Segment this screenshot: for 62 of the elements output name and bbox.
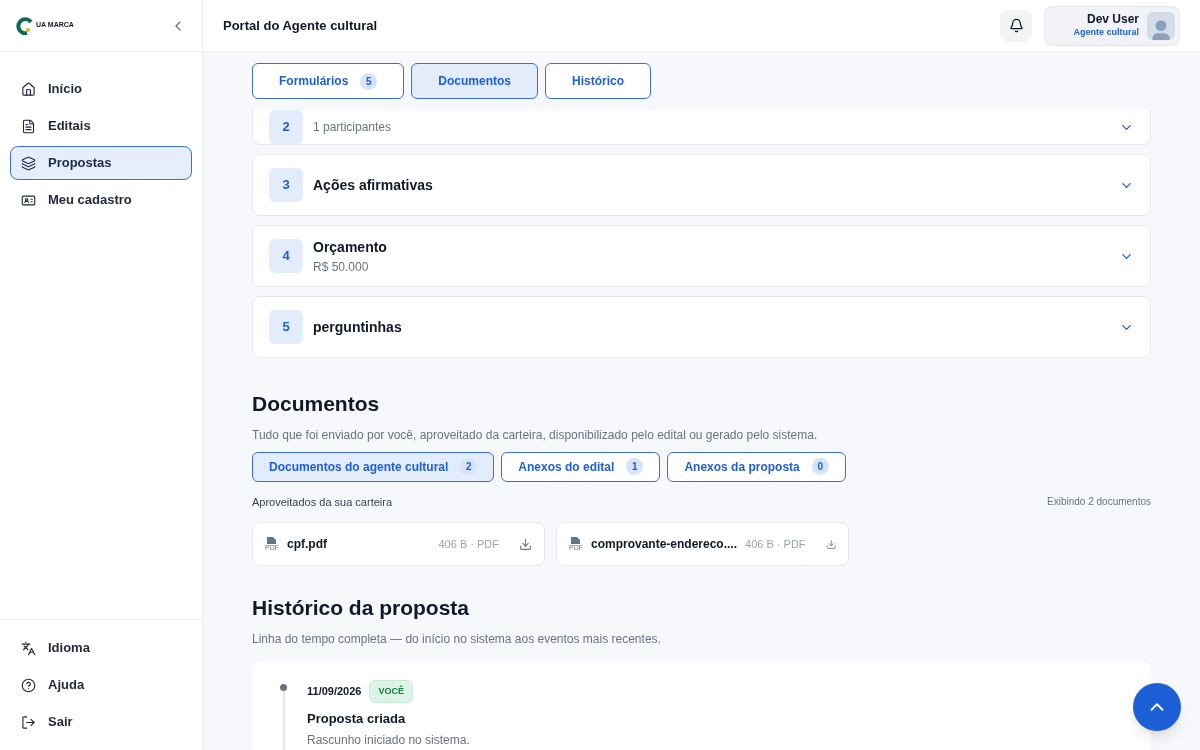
section-heading: Documentos bbox=[252, 391, 381, 417]
tab[interactable]: Documentos do agente cultural 2 bbox=[252, 451, 495, 482]
sidebar-item[interactable]: Início bbox=[10, 72, 192, 106]
user-menu[interactable]: Dev User Agente cultural bbox=[1044, 5, 1180, 46]
file-name: comprovante-endereco.... bbox=[591, 536, 738, 553]
id-card-icon bbox=[21, 192, 36, 208]
tab[interactable]: Anexos da proposta 0 bbox=[667, 451, 846, 482]
help-icon bbox=[21, 677, 36, 693]
section-card[interactable]: 3 Ações afirmativas bbox=[252, 154, 1151, 216]
home-icon bbox=[21, 81, 36, 97]
user-role: Agente cultural bbox=[1073, 27, 1139, 39]
event-description: Rascunho iniciado no sistema. bbox=[307, 731, 470, 749]
scroll-top-button[interactable] bbox=[1133, 683, 1181, 731]
step-number: 2 bbox=[269, 110, 303, 144]
tab[interactable]: Histórico bbox=[545, 63, 652, 99]
language-icon bbox=[21, 640, 36, 656]
sidebar-item[interactable]: Propostas bbox=[10, 146, 192, 180]
layers-icon bbox=[21, 155, 36, 171]
section-subtitle: R$ 50.000 bbox=[313, 258, 370, 276]
tab[interactable]: Documentos bbox=[411, 63, 539, 99]
count-badge: 2 bbox=[460, 458, 478, 475]
section-card[interactable]: 4 Orçamento R$ 50.000 bbox=[252, 225, 1151, 287]
step-number: 5 bbox=[269, 310, 303, 344]
sidebar-item[interactable]: Sair bbox=[10, 705, 192, 739]
tab[interactable]: Formulários 5 bbox=[252, 63, 405, 99]
section-title: perguntinhas bbox=[313, 317, 403, 337]
section-description: Linha do tempo completa — do início no sistema aos eventos mais recentes. bbox=[252, 630, 662, 648]
sidebar-item[interactable]: Meu cadastro bbox=[10, 183, 192, 217]
event-title: Proposta criada bbox=[307, 710, 407, 728]
file-meta: 406 B · PDF bbox=[745, 536, 806, 552]
section-card[interactable]: 2 1 participantes bbox=[252, 110, 1151, 145]
document-icon bbox=[21, 118, 36, 134]
section-title: Orçamento bbox=[313, 237, 388, 257]
file-name: cpf.pdf bbox=[287, 536, 328, 553]
author-badge: VOCÊ bbox=[369, 679, 413, 703]
file-meta: 406 B · PDF bbox=[438, 536, 499, 552]
user-name: Dev User bbox=[1086, 12, 1139, 28]
page-title: Portal do Agente cultural bbox=[223, 16, 378, 35]
section-description: Tudo que foi enviado por você, aproveitado da carteira, disponibilizado pelo edital ou gerado pelo sistema. bbox=[252, 426, 819, 444]
step-number: 4 bbox=[269, 239, 303, 273]
avatar bbox=[1147, 11, 1175, 40]
count-badge: 0 bbox=[811, 458, 829, 475]
count-badge: 5 bbox=[360, 72, 378, 90]
section-title: Ações afirmativas bbox=[313, 175, 434, 195]
section-heading: Histórico da proposta bbox=[252, 595, 471, 621]
download-icon[interactable] bbox=[519, 537, 532, 551]
bell-icon bbox=[1009, 18, 1024, 33]
section-subtitle: 1 participantes bbox=[313, 119, 393, 136]
logo-icon bbox=[16, 16, 34, 35]
tab[interactable]: Anexos do edital 1 bbox=[501, 451, 661, 482]
section-card[interactable]: 5 perguntinhas bbox=[252, 296, 1151, 358]
count-badge: 1 bbox=[626, 458, 644, 475]
download-icon[interactable] bbox=[825, 537, 836, 551]
document-count: Exibindo 2 documentos bbox=[1047, 495, 1151, 510]
sidebar-item[interactable]: Ajuda bbox=[10, 668, 192, 702]
group-label: Aproveitados da sua carteira bbox=[252, 494, 393, 510]
sidebar-item[interactable]: Editais bbox=[10, 109, 192, 143]
event-date: 11/09/2026 bbox=[307, 684, 362, 699]
logout-icon bbox=[21, 714, 36, 730]
sidebar-item[interactable]: Idioma bbox=[10, 631, 192, 665]
step-number: 3 bbox=[269, 168, 303, 202]
notifications-button[interactable] bbox=[1000, 9, 1033, 42]
